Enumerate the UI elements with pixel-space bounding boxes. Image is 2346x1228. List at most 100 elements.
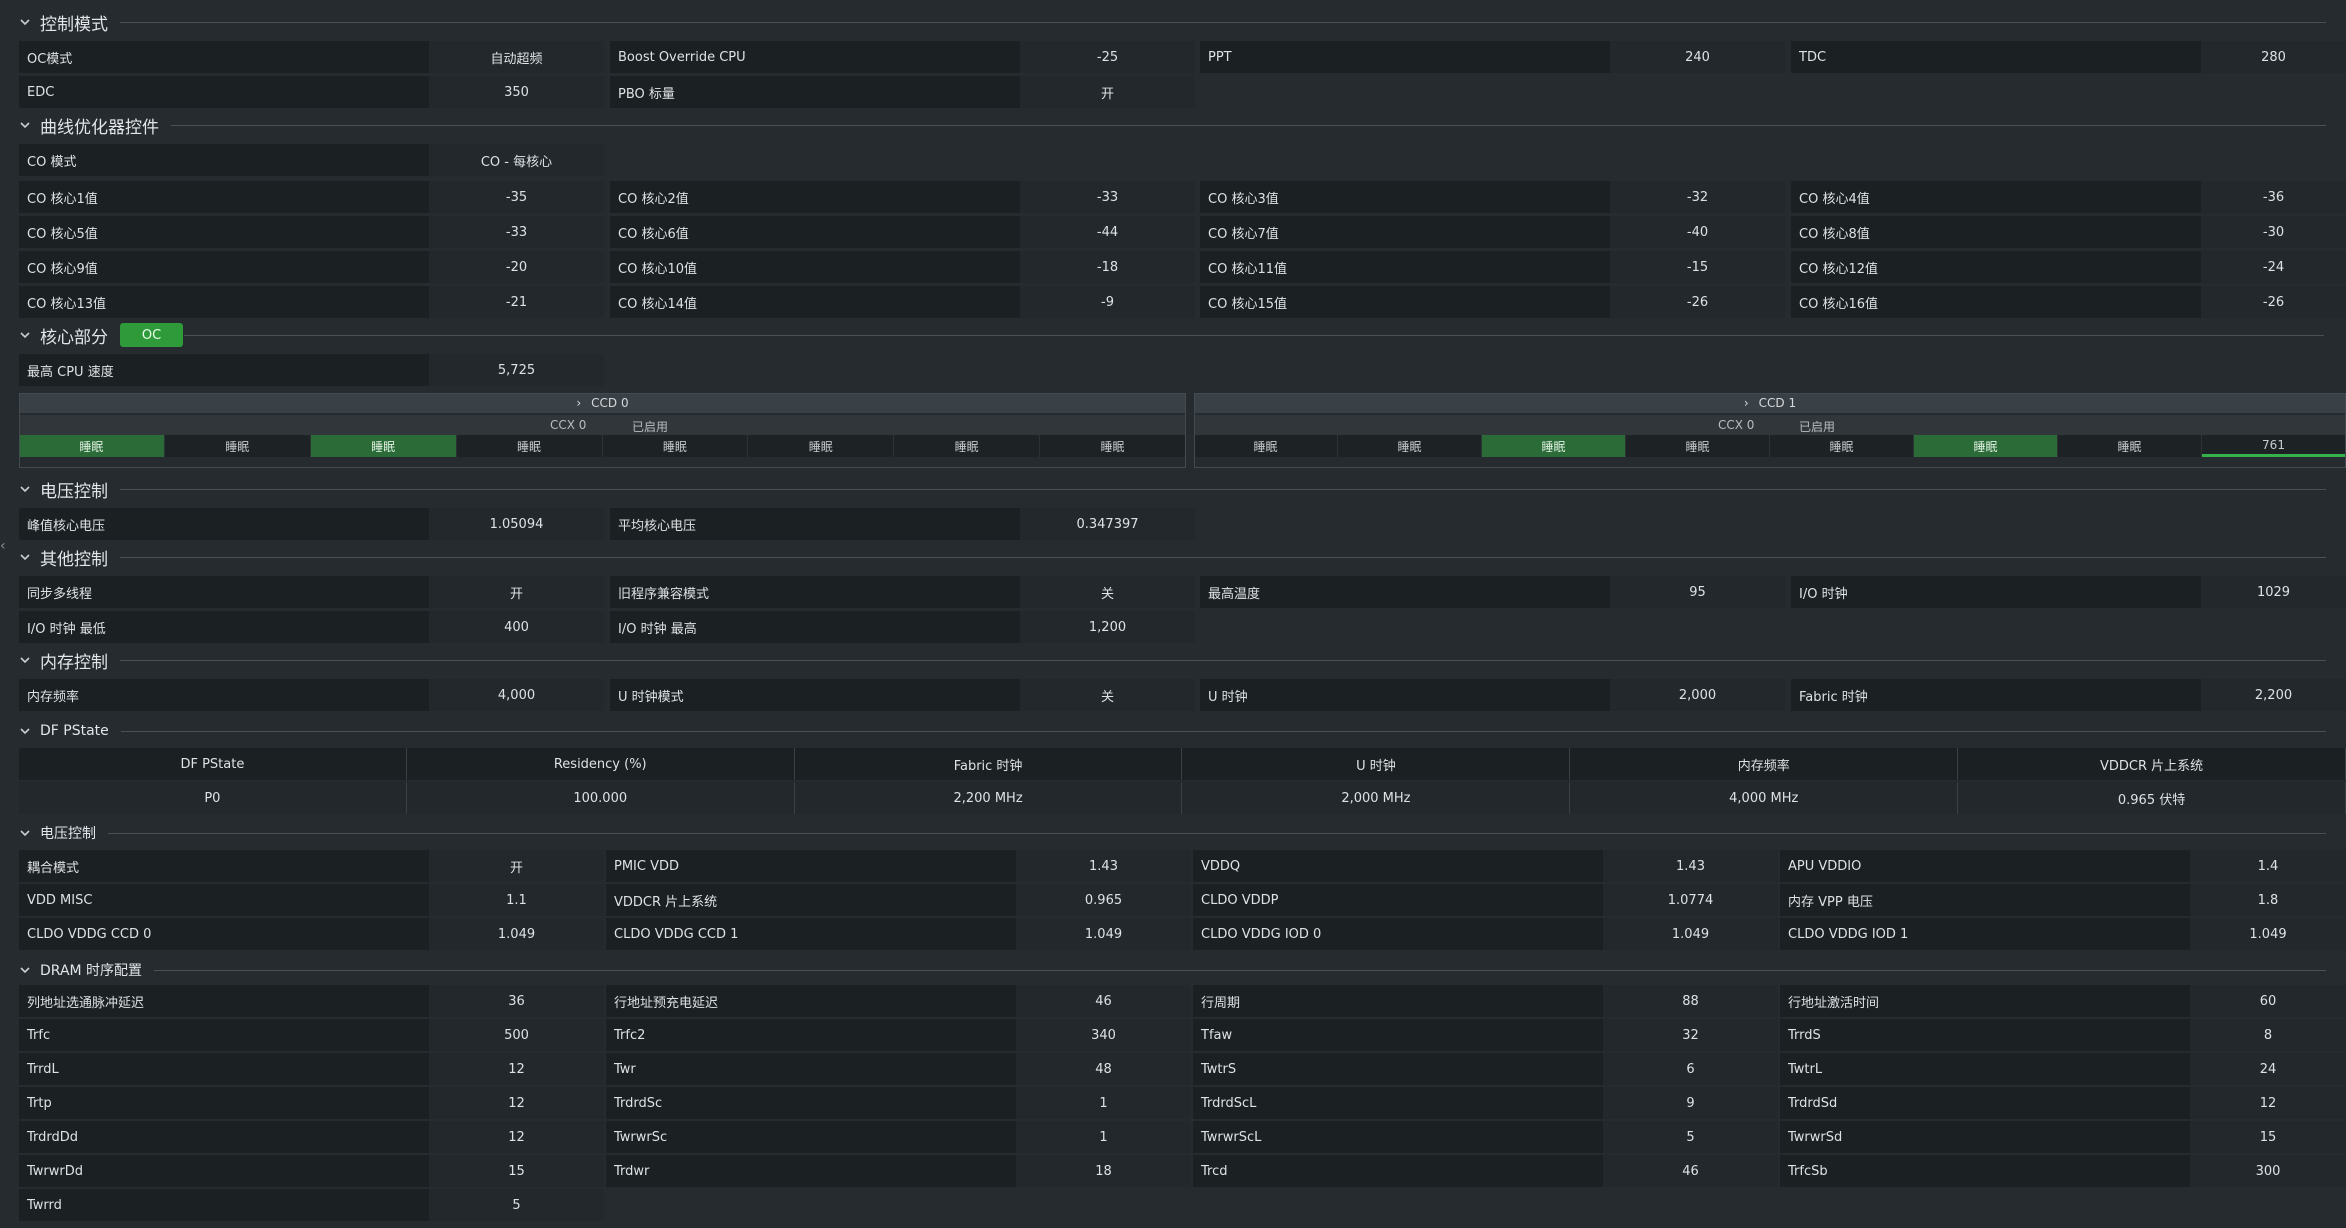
section-header-memory-control[interactable]: 内存控制 [16, 648, 2336, 673]
setting-value[interactable]: 1 [1016, 1087, 1191, 1119]
chevron-down-icon[interactable] [16, 116, 34, 134]
setting-value[interactable]: 60 [2190, 985, 2346, 1017]
setting-value[interactable]: -18 [1020, 251, 1195, 283]
setting-value[interactable]: 8 [2190, 1019, 2346, 1051]
setting-value[interactable]: 2,200 [2201, 679, 2346, 711]
setting-value[interactable]: 400 [429, 611, 604, 643]
section-header-other-control[interactable]: 其他控制 [16, 545, 2336, 570]
setting-value[interactable]: 1.049 [429, 918, 604, 950]
section-header-control-mode[interactable]: 控制模式 [16, 10, 2336, 35]
table-header-cell: Fabric 时钟 [794, 748, 1183, 780]
setting-value[interactable]: 1.43 [1016, 850, 1191, 882]
setting-value[interactable]: 4,000 [429, 679, 604, 711]
setting-value[interactable]: -26 [1610, 286, 1785, 318]
section-header-mem-voltage-control[interactable]: 电压控制 [16, 821, 2336, 845]
setting-value[interactable]: 95 [1610, 576, 1785, 608]
ccd-header[interactable]: › CCD 0 [19, 393, 1186, 413]
setting-value[interactable]: 关 [1020, 679, 1195, 711]
chevron-down-icon[interactable] [16, 824, 34, 842]
setting-value[interactable]: -9 [1020, 286, 1195, 318]
chevron-down-icon[interactable] [16, 548, 34, 566]
setting-value[interactable]: -44 [1020, 216, 1195, 248]
setting-value[interactable]: -32 [1610, 181, 1785, 213]
setting-value[interactable]: 1029 [2201, 576, 2346, 608]
setting-value[interactable]: 15 [2190, 1121, 2346, 1153]
setting-value[interactable]: -30 [2201, 216, 2346, 248]
chevron-down-icon[interactable] [16, 480, 34, 498]
setting-value[interactable]: -24 [2201, 251, 2346, 283]
setting-value[interactable]: 1,200 [1020, 611, 1195, 643]
setting-value[interactable]: 12 [429, 1087, 604, 1119]
setting-value[interactable]: 240 [1610, 41, 1785, 73]
setting-value[interactable]: 1 [1016, 1121, 1191, 1153]
setting-value[interactable]: 0.965 [1016, 884, 1191, 916]
setting-value[interactable]: 开 [429, 850, 604, 882]
setting-label: Boost Override CPU [610, 41, 1020, 73]
section-header-df-pstate[interactable]: DF PState [16, 719, 2336, 743]
setting-value[interactable]: -26 [2201, 286, 2346, 318]
section-header-dram-timing[interactable]: DRAM 时序配置 [16, 958, 2336, 982]
setting-value[interactable]: 12 [429, 1121, 604, 1153]
setting-value[interactable]: 6 [1603, 1053, 1778, 1085]
setting-value[interactable]: 350 [429, 76, 604, 108]
chevron-down-icon[interactable] [16, 722, 34, 740]
setting-value[interactable]: 9 [1603, 1087, 1778, 1119]
setting-value[interactable]: -33 [429, 216, 604, 248]
setting-value[interactable]: 280 [2201, 41, 2346, 73]
setting-value[interactable]: -40 [1610, 216, 1785, 248]
chevron-down-icon[interactable] [16, 651, 34, 669]
setting-value[interactable]: 5 [1603, 1121, 1778, 1153]
setting-value[interactable]: -35 [429, 181, 604, 213]
table-header-cell: DF PState [19, 748, 407, 780]
setting-value[interactable]: 0.347397 [1020, 508, 1195, 540]
setting-value[interactable]: 48 [1016, 1053, 1191, 1085]
setting-value[interactable]: 46 [1016, 985, 1191, 1017]
setting-value[interactable]: 1.049 [1603, 918, 1778, 950]
setting-value[interactable]: -36 [2201, 181, 2346, 213]
setting-value[interactable]: 开 [429, 576, 604, 608]
section-divider [120, 489, 2326, 490]
setting-value[interactable]: 1.049 [1016, 918, 1191, 950]
section-header-core-section[interactable]: 核心部分 [16, 323, 2336, 348]
setting-value[interactable]: 1.43 [1603, 850, 1778, 882]
setting-value[interactable]: 1.0774 [1603, 884, 1778, 916]
setting-value[interactable]: 24 [2190, 1053, 2346, 1085]
setting-value[interactable]: -33 [1020, 181, 1195, 213]
setting-value[interactable]: 12 [429, 1053, 604, 1085]
setting-value[interactable]: -25 [1020, 41, 1195, 73]
section-header-voltage-control[interactable]: 电压控制 [16, 477, 2336, 502]
chevron-down-icon[interactable] [16, 13, 34, 31]
setting-value[interactable]: 开 [1020, 76, 1195, 108]
scroll-left-icon[interactable]: ‹ [0, 538, 6, 554]
setting-value[interactable]: 1.4 [2190, 850, 2346, 882]
setting-value[interactable]: 5,725 [429, 354, 604, 386]
table-cell: P0 [19, 782, 407, 814]
ccd-header[interactable]: › CCD 1 [1194, 393, 2346, 413]
setting-value[interactable]: 1.049 [2190, 918, 2346, 950]
section-header-curve-optimizer[interactable]: 曲线优化器控件 [16, 113, 2336, 138]
setting-value[interactable]: 32 [1603, 1019, 1778, 1051]
setting-value[interactable]: 自动超频 [429, 41, 604, 73]
setting-value[interactable]: -21 [429, 286, 604, 318]
chevron-down-icon[interactable] [16, 961, 34, 979]
setting-value[interactable]: 300 [2190, 1155, 2346, 1187]
setting-value[interactable]: 88 [1603, 985, 1778, 1017]
setting-value[interactable]: -15 [1610, 251, 1785, 283]
setting-value[interactable]: 340 [1016, 1019, 1191, 1051]
setting-value[interactable]: 500 [429, 1019, 604, 1051]
setting-value[interactable]: CO - 每核心 [429, 144, 604, 176]
setting-value[interactable]: 1.05094 [429, 508, 604, 540]
setting-value[interactable]: 36 [429, 985, 604, 1017]
setting-value[interactable]: 关 [1020, 576, 1195, 608]
setting-value[interactable]: 12 [2190, 1087, 2346, 1119]
other_control-row: 最高温度 95 [1200, 576, 1785, 608]
setting-value[interactable]: 18 [1016, 1155, 1191, 1187]
setting-value[interactable]: 5 [429, 1189, 604, 1221]
setting-value[interactable]: 2,000 [1610, 679, 1785, 711]
setting-value[interactable]: 1.1 [429, 884, 604, 916]
setting-value[interactable]: -20 [429, 251, 604, 283]
setting-value[interactable]: 15 [429, 1155, 604, 1187]
chevron-down-icon[interactable] [16, 326, 34, 344]
setting-value[interactable]: 1.8 [2190, 884, 2346, 916]
setting-value[interactable]: 46 [1603, 1155, 1778, 1187]
